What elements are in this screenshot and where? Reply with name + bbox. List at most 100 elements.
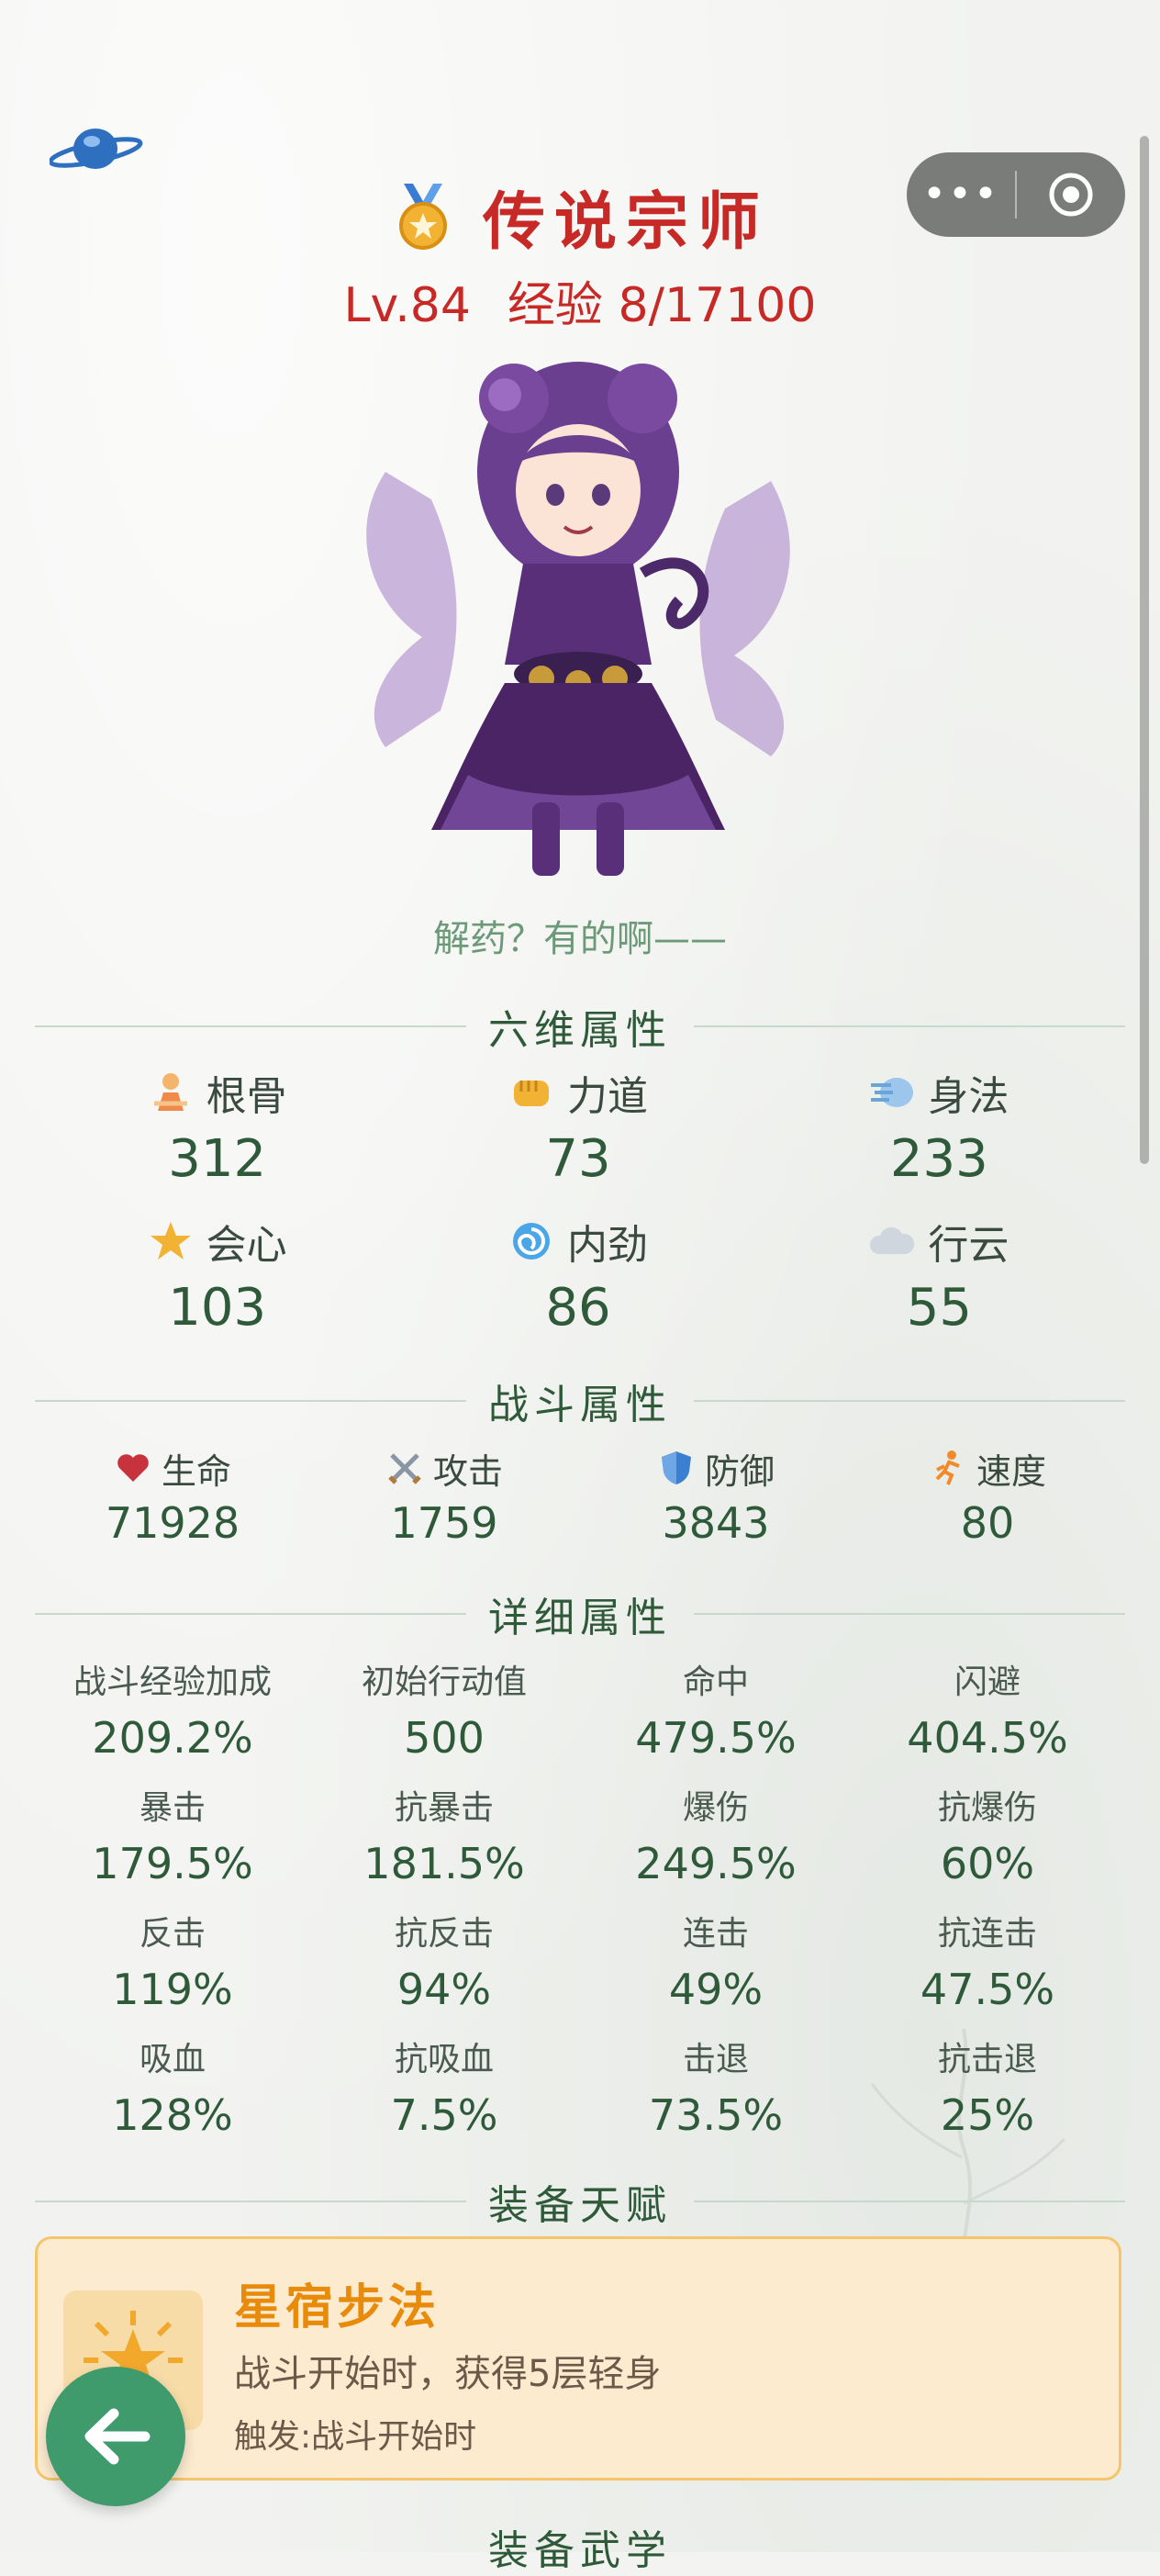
stat-gengu: 根骨 312: [37, 1063, 397, 1212]
person-icon: [148, 1070, 194, 1115]
stat-label: 命中: [682, 1663, 749, 1701]
stat-label: 内劲: [566, 1222, 648, 1269]
talent-card[interactable]: 星宿步法 战斗开始时，获得5层轻身 触发:战斗开始时: [35, 2236, 1121, 2481]
detail-stat: 抗击退 25%: [852, 2037, 1123, 2163]
stat-value: 500: [404, 1713, 485, 1763]
detail-stat: 抗吸血 7.5%: [308, 2037, 580, 2163]
stat-label: 会心: [206, 1222, 287, 1269]
stat-attack: 攻击 1759: [308, 1443, 580, 1548]
battle-stats-grid: 生命 71928 攻击 1759 防御 3843 速度 80: [37, 1443, 1123, 1548]
stat-huixin: 会心 103: [37, 1212, 397, 1361]
detail-stat: 抗暴击 181.5%: [308, 1786, 580, 1911]
detail-stat: 反击 119%: [37, 1911, 308, 2037]
character-portrait: [366, 362, 790, 876]
stat-value: 49%: [668, 1965, 764, 2014]
stat-label: 战斗经验加成: [72, 1663, 272, 1701]
heart-icon: [114, 1449, 152, 1487]
detail-stat: 暴击 179.5%: [37, 1786, 308, 1911]
stat-speed: 速度 80: [852, 1443, 1123, 1548]
cloud-icon: [869, 1218, 915, 1264]
character-quote: 解药？有的啊——: [433, 918, 727, 960]
stat-value: 103: [168, 1278, 267, 1338]
talent-description: 战斗开始时，获得5层轻身: [234, 2353, 662, 2395]
talent-title: 装备天赋: [488, 2182, 672, 2229]
swords-icon: [385, 1449, 424, 1487]
stat-value: 179.5%: [92, 1839, 253, 1888]
six-stats-grid: 根骨 312 力道 73 身法 233 会心 103 内劲 86 行云 55: [37, 1063, 1120, 1361]
detail-stats-grid: 战斗经验加成 209.2% 初始行动值 500 命中 479.5% 闪避 404.5% …: [37, 1660, 1123, 2163]
stat-label: 攻击: [432, 1450, 503, 1492]
detail-stat: 初始行动值 500: [308, 1660, 580, 1786]
talent-trigger: 触发:战斗开始时: [234, 2418, 477, 2456]
stat-value: 3843: [662, 1498, 770, 1548]
level-text: Lv.84: [343, 278, 471, 333]
wind-icon: [869, 1070, 915, 1115]
stat-label: 吸血: [139, 2041, 206, 2078]
stat-value: 86: [545, 1278, 611, 1338]
stat-label: 根骨: [206, 1073, 287, 1120]
stat-value: 55: [906, 1278, 972, 1338]
swirl-icon: [508, 1218, 554, 1264]
stat-label: 初始行动值: [361, 1663, 527, 1701]
stat-label: 抗击退: [937, 2041, 1037, 2078]
stat-label: 暴击: [139, 1789, 206, 1827]
stat-neijin: 内劲 86: [397, 1212, 758, 1361]
shield-icon: [657, 1449, 696, 1487]
rank-title-row: 传说宗师: [0, 171, 1160, 262]
six-stats-title: 六维属性: [488, 1007, 672, 1054]
stat-label: 抗爆伤: [937, 1789, 1037, 1827]
stat-label: 连击: [682, 1915, 749, 1953]
stat-value: 209.2%: [92, 1713, 253, 1763]
detail-stat: 吸血 128%: [37, 2037, 308, 2163]
stat-label: 生命: [161, 1450, 231, 1492]
stat-value: 73.5%: [648, 2090, 784, 2140]
six-stats-header: 六维属性: [35, 999, 1125, 1054]
battle-stats-title: 战斗属性: [488, 1382, 672, 1428]
stat-value: 312: [168, 1129, 267, 1189]
stat-value: 25%: [940, 2090, 1035, 2140]
medal-icon: [398, 183, 447, 250]
detail-stats-title: 详细属性: [488, 1595, 672, 1641]
stat-value: 73: [545, 1129, 611, 1189]
runner-icon: [929, 1449, 967, 1487]
stat-lidao: 力道 73: [397, 1063, 758, 1212]
stat-hp: 生命 71928: [37, 1443, 308, 1549]
fist-icon: [508, 1070, 554, 1115]
stat-label: 防御: [704, 1450, 775, 1492]
stat-value: 94%: [396, 1965, 492, 2014]
level-row: Lv.84 经验 8/17100: [0, 266, 1160, 335]
stat-label: 抗反击: [394, 1915, 494, 1953]
detail-stat: 闪避 404.5%: [852, 1660, 1123, 1786]
stat-defense: 防御 3843: [580, 1443, 852, 1548]
stat-value: 479.5%: [635, 1713, 797, 1763]
detail-stat: 抗连击 47.5%: [852, 1911, 1123, 2037]
stat-value: 249.5%: [635, 1839, 797, 1888]
stat-value: 60%: [940, 1839, 1035, 1888]
stat-value: 119%: [112, 1965, 233, 2014]
detail-stats-header: 详细属性: [35, 1586, 1125, 1641]
stat-label: 力道: [566, 1073, 648, 1120]
stat-label: 反击: [139, 1915, 206, 1953]
stat-label: 闪避: [954, 1663, 1021, 1701]
detail-stat: 击退 73.5%: [580, 2037, 852, 2163]
stat-xingyun: 行云 55: [759, 1212, 1120, 1361]
stat-value: 7.5%: [390, 2090, 498, 2140]
stat-label: 抗连击: [937, 1915, 1037, 1953]
stat-label: 抗暴击: [394, 1789, 494, 1827]
rank-title: 传说宗师: [482, 185, 769, 259]
talent-header: 装备天赋: [35, 2174, 1125, 2229]
stat-label: 速度: [976, 1450, 1046, 1492]
detail-stat: 抗爆伤 60%: [852, 1786, 1123, 1911]
talent-name: 星宿步法: [234, 2280, 441, 2335]
back-button[interactable]: [46, 2367, 185, 2506]
stat-value: 233: [889, 1129, 988, 1189]
exp-text: 经验 8/17100: [507, 278, 817, 333]
martial-arts-title: 装备武学: [488, 2527, 672, 2574]
stat-value: 47.5%: [920, 1965, 1055, 2014]
detail-stat: 战斗经验加成 209.2%: [37, 1660, 308, 1786]
stat-value: 71928: [105, 1498, 240, 1548]
arrow-left-icon: [84, 2408, 151, 2465]
stat-label: 抗吸血: [394, 2041, 494, 2078]
stat-value: 404.5%: [907, 1713, 1068, 1763]
stat-label: 身法: [928, 1073, 1009, 1120]
